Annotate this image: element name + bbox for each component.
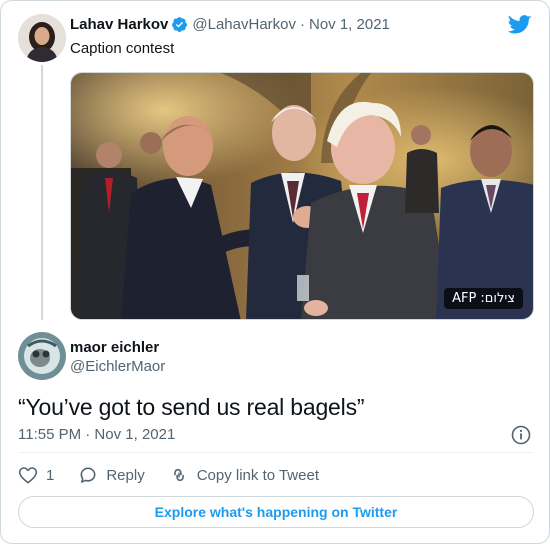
parent-tweet-text: Caption contest xyxy=(70,40,175,57)
reply-author-handle[interactable]: @EichlerMaor xyxy=(70,358,165,375)
reply-author-avatar[interactable] xyxy=(18,332,66,380)
reply-button[interactable]: Reply xyxy=(78,465,145,485)
reply-label: Reply xyxy=(106,466,145,484)
parent-author-handle[interactable]: @LahavHarkov xyxy=(192,16,296,33)
reply-author-name[interactable]: maor eichler xyxy=(70,339,159,356)
photo-credit-label: צילום: AFP xyxy=(444,288,523,309)
parent-author-name[interactable]: Lahav Harkov xyxy=(70,16,168,33)
like-count: 1 xyxy=(46,466,55,484)
actions-divider xyxy=(18,452,534,453)
tweet-actions: 1 Reply Copy link to Tweet xyxy=(18,465,343,485)
twitter-bird-icon[interactable] xyxy=(507,15,532,40)
like-button[interactable]: 1 xyxy=(18,465,54,485)
reply-timestamp[interactable]: 11:55 PM · Nov 1, 2021 xyxy=(18,426,175,443)
copy-link-label: Copy link to Tweet xyxy=(196,466,319,484)
explore-twitter-button[interactable]: Explore what's happening on Twitter xyxy=(18,496,534,528)
tweet-photo[interactable]: צילום: AFP xyxy=(70,72,534,320)
info-icon[interactable] xyxy=(511,425,531,450)
link-icon xyxy=(173,468,184,482)
heart-icon xyxy=(18,467,38,484)
parent-author-avatar[interactable] xyxy=(18,14,66,62)
verified-badge-icon xyxy=(171,16,188,33)
speech-bubble-icon xyxy=(80,467,96,483)
thread-connector-line xyxy=(41,65,43,320)
parent-tweet-date[interactable]: Nov 1, 2021 xyxy=(309,16,390,33)
parent-tweet-header: Lahav Harkov @LahavHarkov · Nov 1, 2021 xyxy=(70,16,390,33)
reply-tweet-text: “You’ve got to send us real bagels” xyxy=(18,394,365,420)
header-separator: · xyxy=(300,16,305,33)
tweet-embed-card: Lahav Harkov @LahavHarkov · Nov 1, 2021 … xyxy=(0,0,550,544)
copy-link-button[interactable]: Copy link to Tweet xyxy=(169,465,319,485)
